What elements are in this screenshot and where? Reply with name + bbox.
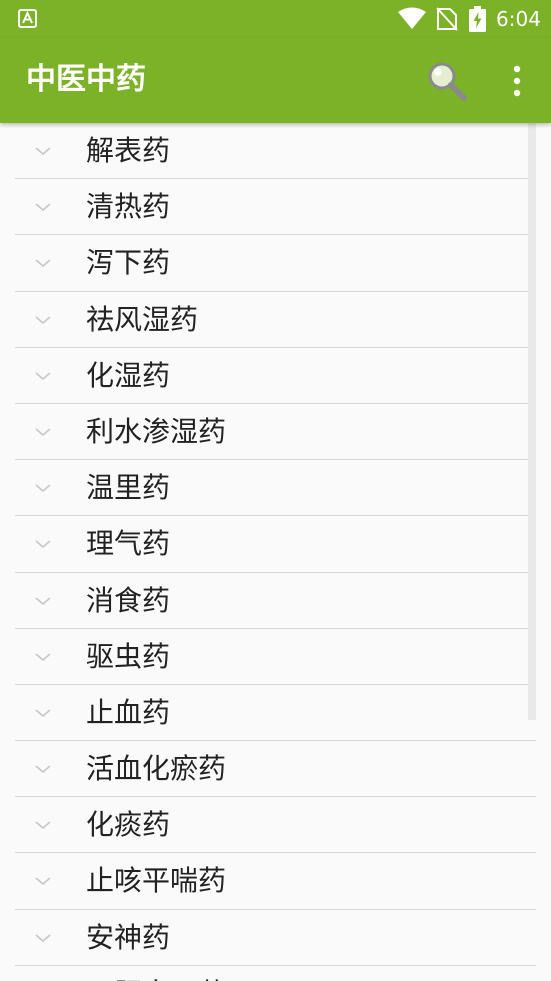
chevron-down-icon [35, 484, 51, 493]
list-item-label: 祛风湿药 [86, 302, 199, 336]
list-item-label: 温里药 [86, 471, 171, 505]
list-item-label: 化湿药 [86, 358, 171, 392]
page-title: 中医中药 [26, 62, 146, 97]
scrollbar[interactable] [528, 123, 536, 720]
chevron-down-icon [35, 203, 51, 212]
list-item[interactable]: 消食药 [0, 573, 551, 629]
chevron-down-icon [35, 709, 51, 718]
chevron-down-icon [35, 933, 51, 942]
list-item[interactable]: 止血药 [0, 685, 551, 742]
chevron-down-icon [35, 147, 51, 156]
list-item[interactable]: 止咳平喘药 [0, 853, 551, 910]
list-item[interactable]: 活血化瘀药 [0, 741, 551, 798]
list-item[interactable]: 利水渗湿药 [0, 404, 551, 461]
list-item[interactable]: 化痰药 [0, 797, 551, 854]
chevron-down-icon [35, 596, 51, 605]
list-item[interactable]: 温里药 [0, 460, 551, 517]
list-item[interactable]: 清热药 [0, 179, 551, 236]
a-notification-icon [18, 9, 37, 28]
list-item-label: 清热药 [86, 190, 171, 224]
category-list[interactable]: 解表药清热药泻下药祛风湿药化湿药利水渗湿药温里药理气药消食药驱虫药止血药活血化瘀… [0, 123, 551, 981]
status-time: 6:04 [496, 7, 541, 31]
chevron-down-icon [35, 259, 51, 268]
app-toolbar: 中医中药 [0, 38, 551, 123]
list-item[interactable]: 化湿药 [0, 348, 551, 405]
list-item-label: 消食药 [86, 583, 171, 617]
list-item-label: 解表药 [86, 134, 171, 167]
chevron-down-icon [35, 372, 51, 380]
list-item[interactable]: 驱虫药 [0, 629, 551, 686]
list-item-label: 活血化瘀药 [86, 752, 227, 786]
chevron-down-icon [35, 765, 51, 774]
wifi-icon [398, 7, 426, 29]
list-item-label: 止咳平喘药 [86, 864, 227, 898]
list-item[interactable]: 安神药 [0, 910, 551, 967]
list-item-label: 泻下药 [86, 246, 171, 280]
more-vert-icon[interactable] [502, 60, 532, 102]
list-item-label: 理气药 [86, 527, 171, 561]
list-item[interactable]: 祛风湿药 [0, 292, 551, 348]
status-bar: 6:04 [0, 0, 551, 38]
search-icon[interactable] [424, 58, 470, 104]
list-item-label: 安神药 [86, 920, 171, 954]
list-item-label: 平肝息风药 [86, 975, 226, 981]
no-sim-signal-icon [436, 7, 458, 31]
chevron-down-icon [35, 877, 51, 886]
list-item[interactable]: 平肝息风药 [0, 966, 551, 981]
list-item[interactable]: 解表药 [0, 123, 551, 180]
list-item[interactable]: 泻下药 [0, 235, 551, 292]
chevron-down-icon [35, 653, 51, 661]
chevron-down-icon [35, 540, 51, 549]
list-item-label: 利水渗湿药 [86, 414, 227, 448]
list-item-label: 化痰药 [86, 808, 171, 842]
chevron-down-icon [35, 428, 51, 437]
list-item-label: 止血药 [86, 695, 171, 729]
chevron-down-icon [35, 315, 51, 324]
battery-charging-icon [469, 6, 486, 32]
chevron-down-icon [35, 821, 51, 830]
list-item-label: 驱虫药 [86, 639, 171, 673]
list-item[interactable]: 理气药 [0, 516, 551, 573]
